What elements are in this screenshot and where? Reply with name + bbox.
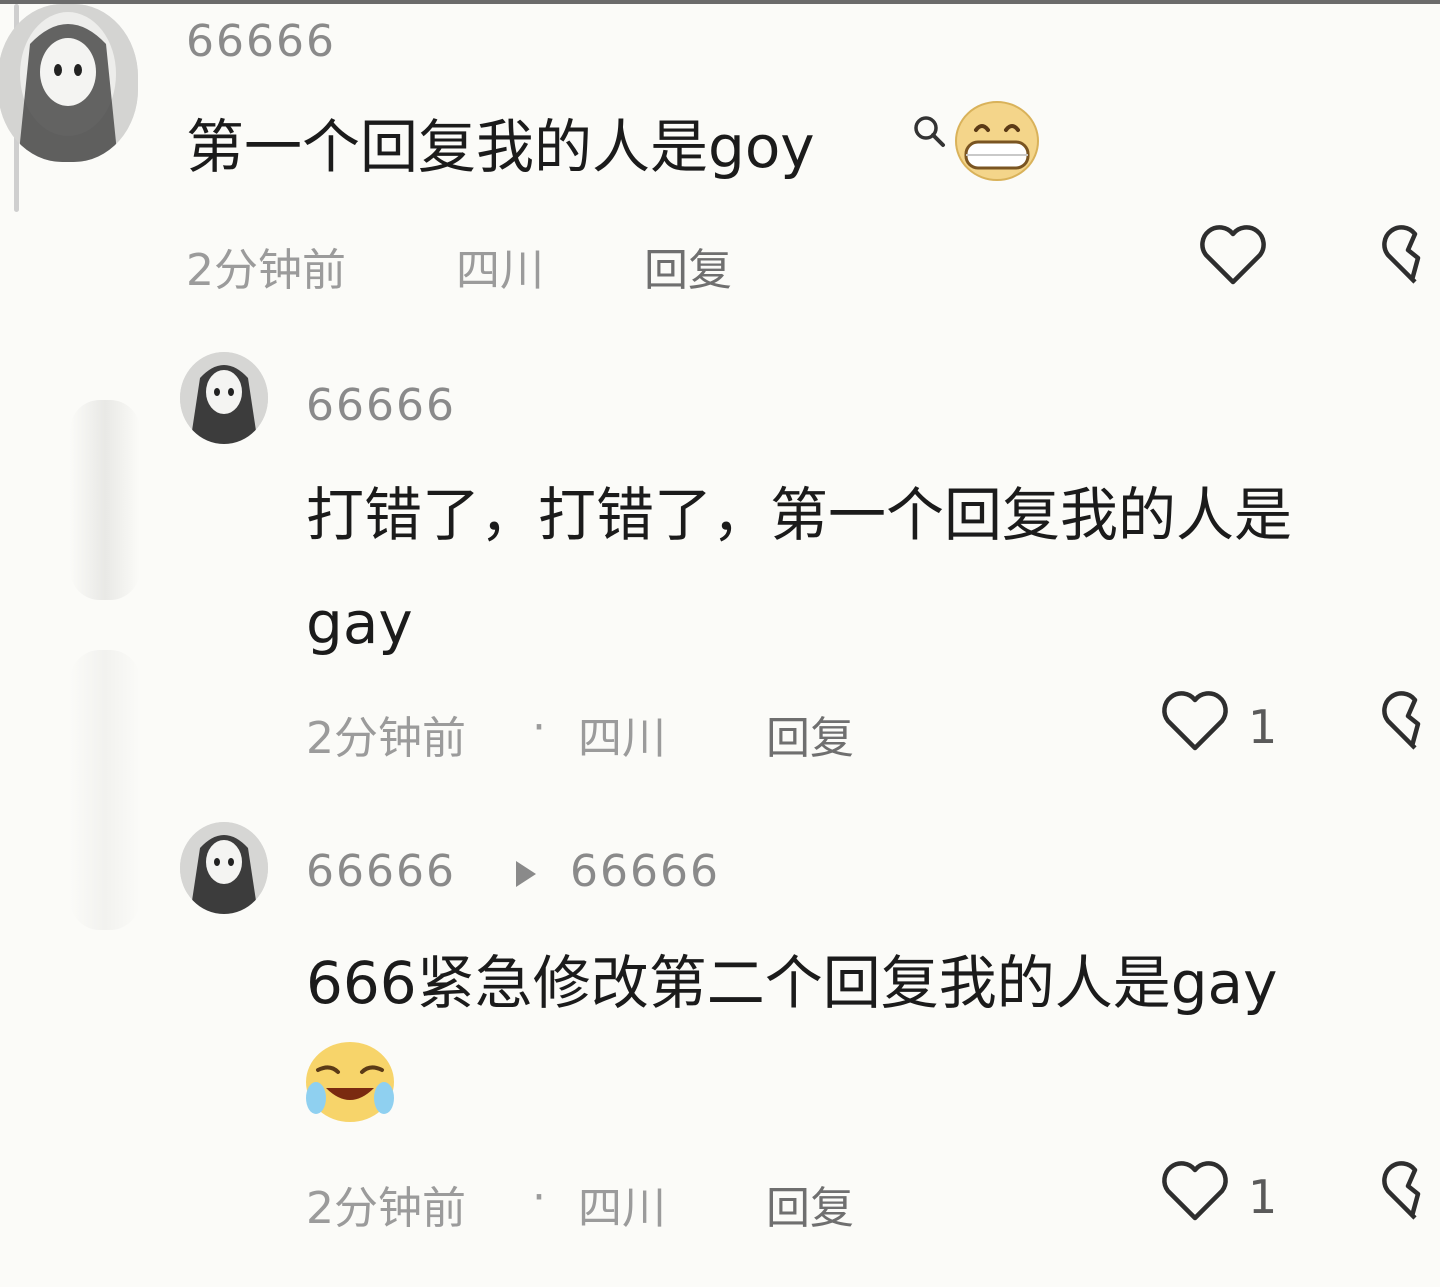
username[interactable]: 66666 xyxy=(306,846,456,897)
location: 四川 xyxy=(578,1183,666,1234)
reply-button[interactable]: 回复 xyxy=(644,234,732,298)
grin-emoji xyxy=(954,100,1040,186)
reply-to-username[interactable]: 66666 xyxy=(570,846,720,897)
timestamp: 2分钟前 xyxy=(306,713,466,764)
broken-heart-icon[interactable] xyxy=(1380,688,1440,754)
username[interactable]: 66666 xyxy=(186,16,336,67)
ghost-shadow xyxy=(70,650,140,930)
comment-text: 第一个回复我的人是goy xyxy=(186,113,815,181)
broken-heart-icon[interactable] xyxy=(1380,1158,1440,1224)
reply-button[interactable]: 回复 xyxy=(766,1172,854,1236)
broken-heart-icon[interactable] xyxy=(1380,222,1440,288)
meta-separator: · xyxy=(532,702,546,753)
comment-text: 打错了，打错了，第一个回复我的人是 xyxy=(306,481,1293,549)
timestamp: 2分钟前 xyxy=(186,245,346,296)
avatar[interactable] xyxy=(180,352,268,444)
avatar[interactable] xyxy=(180,822,268,914)
avatar[interactable] xyxy=(0,4,138,162)
timestamp: 2分钟前 xyxy=(306,1183,466,1234)
heart-outline-icon[interactable] xyxy=(1198,222,1268,288)
comment-text-continued: gay xyxy=(306,589,413,657)
username[interactable]: 66666 xyxy=(306,380,456,431)
top-border xyxy=(0,0,1440,4)
reply-button[interactable]: 回复 xyxy=(766,702,854,766)
heart-outline-icon[interactable] xyxy=(1160,688,1230,754)
play-arrow-icon xyxy=(516,861,536,887)
like-count: 1 xyxy=(1248,700,1278,754)
heart-outline-icon[interactable] xyxy=(1160,1158,1230,1224)
ghost-shadow xyxy=(70,400,140,600)
location: 四川 xyxy=(456,245,544,296)
laugh-cry-emoji xyxy=(304,1040,396,1128)
search-icon[interactable] xyxy=(912,114,946,152)
comment-text: 666紧急修改第二个回复我的人是gay xyxy=(306,949,1278,1017)
meta-separator: · xyxy=(532,1172,546,1223)
like-count: 1 xyxy=(1248,1170,1278,1224)
location: 四川 xyxy=(578,713,666,764)
